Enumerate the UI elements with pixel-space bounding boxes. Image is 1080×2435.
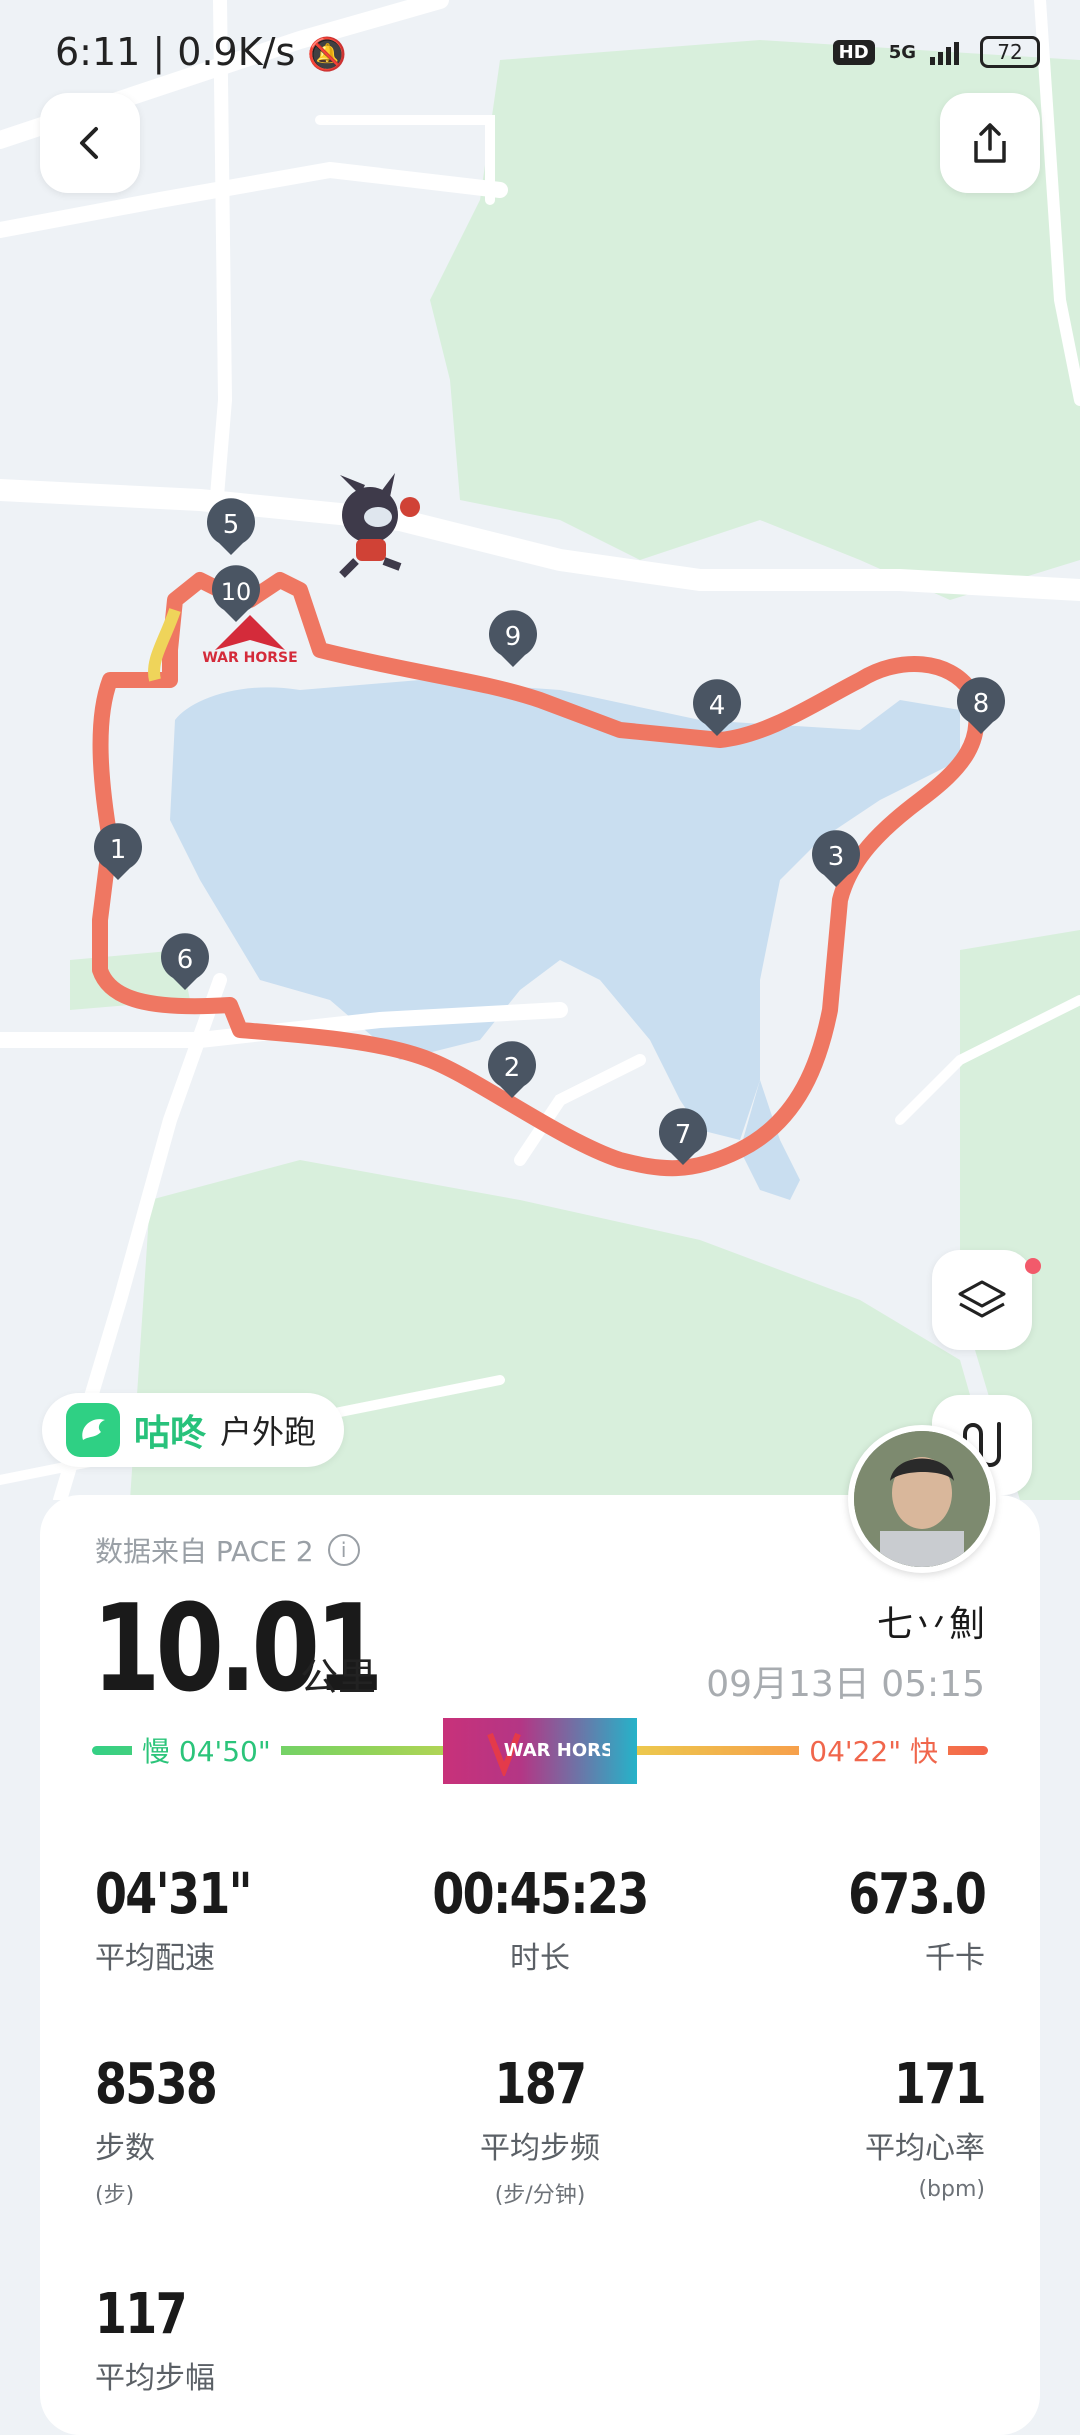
- hd-icon: HD: [832, 39, 875, 65]
- notification-dot: [1025, 1258, 1041, 1274]
- stat-value: 673.0: [847, 1862, 987, 1927]
- svg-text:WAR HORSE: WAR HORSE: [504, 1740, 610, 1761]
- brand-name: 咕咚: [134, 1413, 207, 1454]
- stat-label: 时长: [510, 1941, 570, 1976]
- svg-text:4: 4: [709, 691, 726, 721]
- signal-icon: [930, 42, 959, 65]
- layers-icon: [958, 1280, 1006, 1318]
- svg-text:1: 1: [110, 835, 127, 865]
- stat-value: 04'31": [95, 1862, 253, 1927]
- svg-text:8: 8: [973, 689, 990, 719]
- status-icons: HD 5G 72: [832, 36, 1040, 68]
- status-bar: 6:11 | 0.9K/s 🔕 HD 5G 72: [0, 0, 1080, 110]
- info-icon[interactable]: i: [327, 1534, 360, 1566]
- stat-value: 117: [95, 2282, 188, 2347]
- stat-calories: 673.0 千卡: [818, 1862, 987, 1977]
- distance-unit: 公里: [300, 1655, 377, 1699]
- stat-label: 步数: [95, 2131, 155, 2166]
- pace-fast-label: 04'22" 快: [799, 1730, 948, 1770]
- svg-text:9: 9: [505, 622, 522, 652]
- user-name: 七丷魝: [876, 1604, 985, 1645]
- stat-label: 平均心率: [865, 2131, 985, 2166]
- svg-text:10: 10: [221, 578, 252, 606]
- back-button[interactable]: [40, 93, 140, 193]
- stat-avg-pace: 04'31" 平均配速: [95, 1862, 285, 1977]
- stat-steps: 8538 步数 (步): [95, 2052, 243, 2209]
- user-avatar[interactable]: [848, 1425, 996, 1573]
- svg-text:WAR HORSE: WAR HORSE: [202, 650, 297, 666]
- svg-text:5: 5: [223, 510, 240, 540]
- stat-value: 8538: [95, 2052, 218, 2117]
- share-icon: [974, 123, 1006, 163]
- svg-text:3: 3: [828, 842, 845, 872]
- status-time: 6:11 | 0.9K/s 🔕: [55, 30, 348, 74]
- stat-label: 平均步幅: [95, 2361, 215, 2396]
- stat-label: 千卡: [925, 1941, 985, 1976]
- stat-unit: (步): [95, 2183, 135, 2208]
- mute-bell-icon: 🔕: [307, 35, 348, 73]
- codoon-logo-icon: [66, 1403, 120, 1457]
- svg-text:2: 2: [504, 1053, 521, 1083]
- activity-type: 户外跑: [220, 1413, 317, 1451]
- stat-label: 平均配速: [95, 1941, 215, 1976]
- svg-text:6: 6: [177, 945, 194, 975]
- data-source-line: 数据来自 PACE 2 i: [95, 1530, 360, 1570]
- stat-unit: (bpm): [918, 2177, 985, 2202]
- map-layers-button[interactable]: [932, 1250, 1032, 1350]
- chevron-left-icon: [80, 127, 98, 159]
- stat-unit: (步/分钟): [494, 2183, 586, 2208]
- stat-value: 00:45:23: [432, 1862, 649, 1927]
- route-map[interactable]: 1 2 3 4 5 6 7 8 9 10 WAR HORSE: [0, 0, 1080, 1500]
- svg-text:7: 7: [675, 1120, 692, 1150]
- stat-value: 187: [494, 2052, 588, 2117]
- stat-heart-rate: 171 平均心率 (bpm): [865, 2052, 987, 2202]
- pace-slow-label: 慢 04'50": [132, 1730, 281, 1770]
- stat-label: 平均步频: [480, 2131, 600, 2166]
- network-label: 5G: [888, 41, 916, 63]
- stat-cadence: 187 平均步频 (步/分钟): [390, 2052, 690, 2209]
- stat-duration: 00:45:23 时长: [390, 1862, 690, 1977]
- share-button[interactable]: [940, 93, 1040, 193]
- war-horse-banner: WAR HORSE: [443, 1718, 637, 1784]
- battery-icon: 72: [980, 36, 1040, 68]
- stat-stride: 117 平均步幅: [95, 2282, 215, 2397]
- activity-datetime: 09月13日 05:15: [706, 1664, 985, 1705]
- stat-value: 171: [894, 2052, 987, 2117]
- activity-source-chip: 咕咚 户外跑: [42, 1393, 345, 1467]
